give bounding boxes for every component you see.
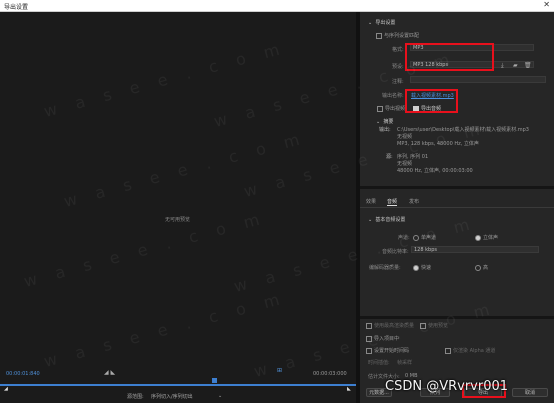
chevron-down-icon[interactable]: ⌄ — [218, 393, 222, 399]
set-in-point-icon[interactable]: ◢ ◣ — [104, 369, 115, 376]
csdn-watermark: CSDN @VRvrvr001 — [385, 379, 509, 394]
end-timecode: 00:00:03:000 — [313, 371, 347, 377]
export-video-checkbox[interactable]: 导出视频 — [377, 105, 405, 112]
tab-publish[interactable]: 发布 — [409, 198, 419, 205]
interpolation-select[interactable]: 帧采样 — [397, 359, 412, 366]
tab-underline — [360, 207, 554, 208]
summary-source-line-2: 无视频 — [397, 161, 413, 167]
quality-fast-radio[interactable]: 快速 — [413, 264, 431, 271]
cancel-button[interactable]: 取消 — [512, 388, 548, 397]
format-label: 格式: — [392, 47, 404, 53]
no-preview-text: 无可用预览 — [165, 217, 191, 223]
out-point-handle[interactable]: ◣ — [347, 386, 351, 392]
codec-quality-label: 编解码器质量: — [369, 265, 401, 271]
quality-high-radio[interactable]: 高 — [475, 264, 488, 271]
tab-audio[interactable]: 音频 — [387, 198, 398, 206]
title-bar: 导出设置 ✕ — [0, 0, 554, 12]
export-settings-header[interactable]: ⌄ 导出设置 — [368, 19, 395, 26]
tab-effects[interactable]: 效果 — [366, 198, 376, 205]
close-icon[interactable]: ✕ — [543, 0, 550, 9]
timeline-track[interactable] — [0, 384, 356, 386]
output-name-highlight — [405, 89, 458, 113]
source-range-select[interactable]: 序列切入/序列切出 — [151, 393, 193, 400]
match-sequence-checkbox[interactable]: 与序列设置匹配 — [376, 32, 419, 39]
basic-audio-header[interactable]: ⌄ 基本音频设置 — [368, 216, 405, 223]
output-name-label: 输出名称: — [382, 93, 404, 99]
summary-source-line-3: 48000 Hz, 立体声, 00:00:03:00 — [397, 168, 473, 174]
summary-output-label: 输出: — [379, 127, 391, 133]
playhead[interactable] — [212, 378, 217, 383]
summary-header[interactable]: ⌄ 摘要 — [376, 118, 393, 125]
window-title: 导出设置 — [4, 4, 29, 11]
interpolation-label: 时间插值: — [368, 360, 390, 366]
save-preset-icon[interactable]: ⤓ — [501, 62, 504, 70]
section-divider — [360, 186, 554, 189]
import-preset-icon[interactable]: ▰ — [513, 62, 518, 69]
source-range-label: 源范围: — [127, 394, 144, 400]
in-point-handle[interactable]: ◢ — [4, 386, 8, 392]
stereo-radio[interactable]: 立体声 — [475, 234, 498, 241]
delete-preset-icon[interactable]: 🗑 — [524, 62, 532, 69]
bitrate-dropdown[interactable]: 128 kbps — [411, 246, 539, 253]
render-alpha-checkbox[interactable]: 仅渲染 Alpha 通道 — [445, 347, 495, 354]
comments-input[interactable] — [410, 76, 546, 83]
current-timecode[interactable]: 00:00:01:840 — [6, 371, 40, 377]
